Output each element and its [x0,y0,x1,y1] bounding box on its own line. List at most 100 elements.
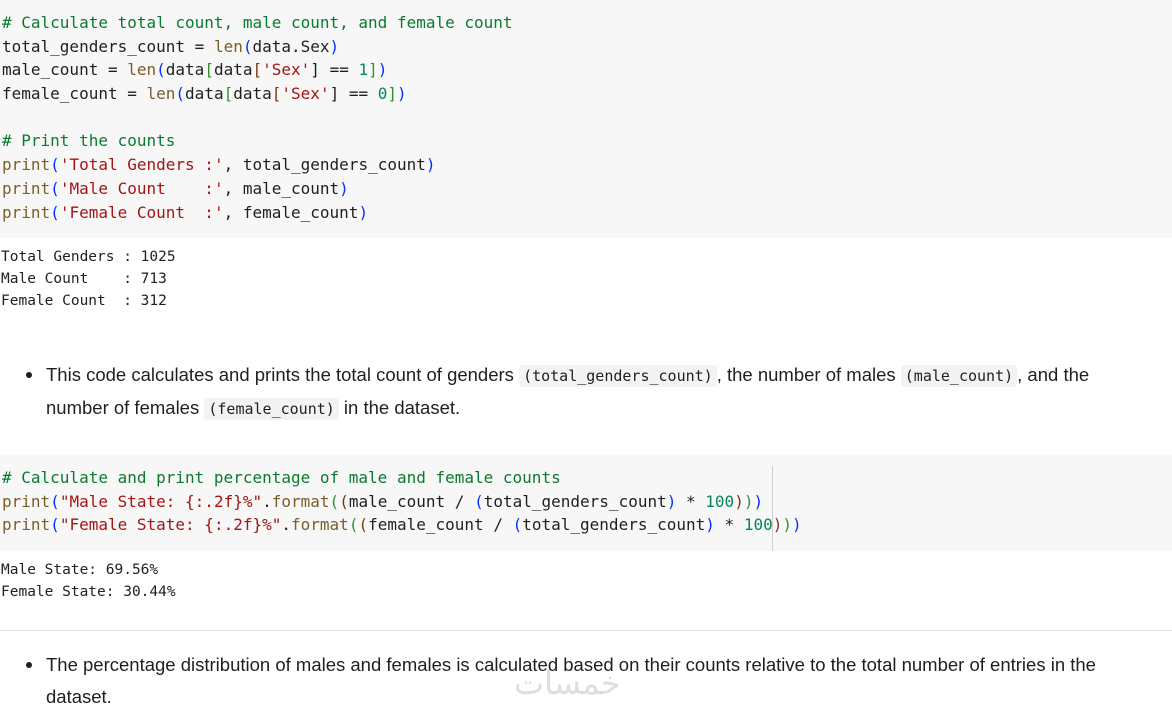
code-token: = [117,84,147,104]
code-token: ) [772,515,783,535]
code-token: = [185,36,214,56]
code-token: "Male State: {:.2f}%" [59,491,263,511]
code-token: * [676,491,706,511]
code-token: ] [387,84,398,104]
notebook-page: # Calculate total count, male count, and… [0,0,1172,713]
code-line: print('Male Count :', male_count) [2,177,1172,201]
output-line: Female Count : 312 [1,293,167,309]
code-line: print("Male State: {:.2f}%".format((male… [2,490,1172,514]
code-token: ( [339,491,349,511]
code-token: 'Total Genders :' [59,155,224,175]
code-token: ) [792,515,802,535]
code-line: total_genders_count = len(data.Sex) [2,35,1172,59]
code-token: 1 [358,60,369,80]
output-line: Male Count : 713 [1,271,167,287]
output-line: Male State: 69.56% [1,562,159,578]
code-token: ) [705,515,715,535]
code-token: ) [329,36,340,56]
code-token: female_count / [368,515,513,535]
code-token: ) [339,178,349,198]
cell-output-percentages: Male State: 69.56% Female State: 30.44% [0,559,176,603]
code-token: data [185,84,224,104]
code-token: ] [368,60,378,80]
code-token: print [2,491,51,511]
code-token: ) [358,202,369,222]
code-token: print [2,515,51,535]
code-token: . [262,491,272,511]
code-token: total_genders_count [2,36,186,56]
inline-code: (female_count) [204,398,339,420]
code-token: ( [156,60,166,80]
code-token: ( [50,202,60,222]
editor-ruler [772,466,773,551]
code-cell-counts[interactable]: # Calculate total count, male count, and… [0,0,1172,238]
code-token: ( [50,491,60,511]
bullet-text: , the number of males [716,364,901,385]
section-divider [0,630,1172,631]
code-cell-percentages[interactable]: # Calculate and print percentage of male… [0,455,1172,551]
code-token: female_count [2,84,118,104]
inline-code: (male_count) [900,365,1018,387]
code-token: format [271,491,330,511]
cell-output-counts: Total Genders : 1025 Male Count : 713 Fema… [0,246,176,312]
code-token: [ [252,60,263,80]
code-token: ) [734,491,744,511]
code-token: ] == [310,60,359,80]
code-token: ] == [329,84,378,104]
code-token: format [291,515,349,535]
code-token: len [146,84,176,104]
code-token: = [98,60,128,80]
bullet-text: This code calculates and prints the tota… [46,364,520,385]
code-line: # Calculate total count, male count, and… [2,11,1172,35]
code-token: ( [474,491,484,511]
code-token: len [127,60,157,80]
code-token: data [213,60,253,80]
code-token: ( [512,515,523,535]
code-token: , total_genders_count [223,155,426,175]
code-token: ) [397,84,407,104]
code-token: print [2,155,51,175]
code-comment: # Calculate total count, male count, and… [2,13,513,32]
code-token: ( [50,178,60,198]
code-line: female_count = len(data[data['Sex'] == 0… [2,82,1172,106]
code-token: data [165,60,205,80]
code-token: ( [329,491,340,511]
code-token: data [233,84,272,104]
code-line: # Print the counts [2,129,1172,153]
code-token: ) [782,515,792,535]
code-token: 'Male Count :' [59,178,224,198]
code-token: . [281,515,292,535]
code-token: [ [223,84,234,104]
code-token: "Female State: {:.2f}%" [59,515,282,535]
code-comment: # Calculate and print percentage of male… [2,468,561,487]
output-line: Total Genders : 1025 [1,249,176,265]
explanation-bullet-counts: This code calculates and prints the tota… [26,359,1126,425]
code-token: ( [50,155,60,175]
code-token: ) [753,491,764,511]
code-token: 'Female Count :' [59,202,224,222]
code-line: # Calculate and print percentage of male… [2,466,1172,490]
code-line: print("Female State: {:.2f}%".format((fe… [2,513,1172,537]
code-token: ) [377,60,388,80]
code-token: * [714,515,744,535]
code-token: , female_count [223,202,359,222]
code-token: total_genders_count [483,491,667,511]
code-token: [ [204,60,214,80]
code-token: ( [358,515,369,535]
watermark-logo: خمسات [514,664,621,702]
code-line: print('Total Genders :', total_genders_c… [2,153,1172,177]
code-comment: # Print the counts [2,131,176,151]
code-line: male_count = len(data[data['Sex'] == 1]) [2,58,1172,82]
code-token: 'Sex' [281,84,330,104]
code-token: ( [50,515,60,535]
code-token: , male_count [223,178,340,198]
code-token: 'Sex' [262,60,311,80]
code-token: [ [271,84,282,104]
code-token: data.Sex [252,36,330,56]
output-line: Female State: 30.44% [1,584,176,600]
code-token: ( [175,84,186,104]
code-token: print [2,202,51,222]
code-token: male_count [2,60,99,80]
code-token: ) [666,491,677,511]
